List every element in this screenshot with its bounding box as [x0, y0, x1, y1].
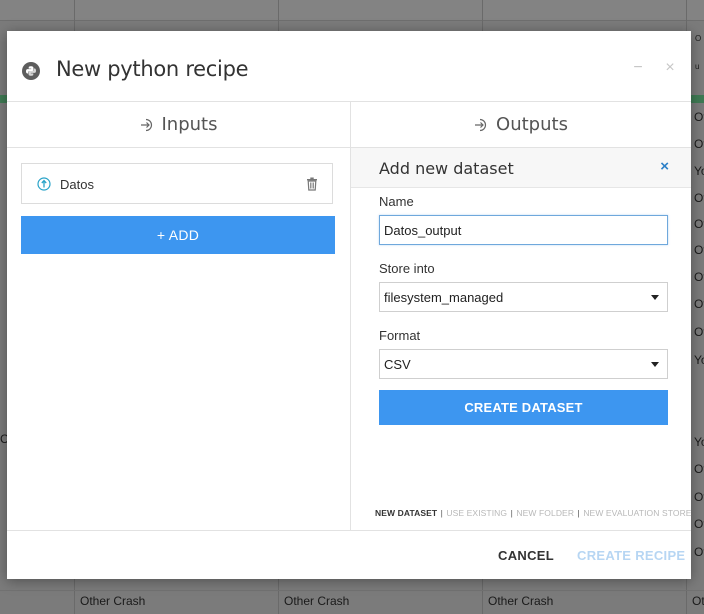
cancel-button[interactable]: CANCEL: [498, 548, 554, 563]
input-dataset-name: Datos: [60, 177, 94, 192]
new-evaluation-store-link[interactable]: NEW EVALUATION STORE: [583, 508, 691, 518]
background-grid-header: [0, 0, 704, 21]
name-label: Name: [379, 194, 414, 209]
background-cell-fragment: O: [695, 34, 702, 43]
create-dataset-button[interactable]: CREATE DATASET: [379, 390, 668, 425]
create-recipe-button[interactable]: CREATE RECIPE: [577, 548, 685, 563]
background-cell: Other Crash: [284, 594, 350, 608]
background-cell-fragment: Ot: [694, 325, 704, 339]
python-logo-icon: [22, 62, 40, 80]
background-cell-fragment: Ot: [694, 490, 704, 504]
link-separator: |: [510, 508, 513, 518]
add-dataset-panel-header: Add new dataset ×: [351, 148, 691, 188]
dataset-name-value: Datos_output: [384, 223, 462, 238]
background-cell: Other Crash: [80, 594, 146, 608]
outputs-header-label: Outputs: [496, 114, 568, 135]
new-dataset-link[interactable]: NEW DATASET: [375, 508, 437, 518]
output-mode-links: NEW DATASET | USE EXISTING | NEW FOLDER …: [375, 508, 692, 518]
input-dataset-item[interactable]: Datos: [21, 163, 333, 204]
background-cell-fragment: Ot: [694, 462, 704, 476]
output-arrow-icon: [475, 118, 487, 131]
add-dataset-title: Add new dataset: [379, 159, 514, 178]
dataset-upload-icon: [37, 177, 51, 191]
background-cell-fragment: Ot: [694, 137, 704, 151]
background-cell-fragment: Ot: [694, 217, 704, 231]
outputs-header: Outputs: [351, 102, 691, 148]
store-into-value: filesystem_managed: [384, 290, 504, 305]
background-cell-fragment: Ot: [694, 110, 704, 124]
dataset-name-input[interactable]: Datos_output: [379, 215, 668, 245]
format-select[interactable]: CSV: [379, 349, 668, 379]
new-recipe-dialog: New python recipe − × Inputs Datos + ADD: [7, 31, 691, 579]
background-cell-fragment: Ot: [694, 243, 704, 257]
background-cell-fragment: Ot: [694, 270, 704, 284]
format-label: Format: [379, 328, 421, 343]
inputs-header: Inputs: [7, 102, 350, 148]
link-separator: |: [577, 508, 580, 518]
dialog-title: New python recipe: [56, 57, 249, 81]
store-into-select[interactable]: filesystem_managed: [379, 282, 668, 312]
grid-row-divider: [0, 590, 704, 591]
close-add-dataset-icon[interactable]: ×: [660, 158, 669, 175]
minimize-button[interactable]: −: [630, 59, 646, 77]
close-dialog-button[interactable]: ×: [662, 59, 678, 77]
inputs-header-label: Inputs: [161, 114, 218, 135]
background-cell: Other Crash: [488, 594, 554, 608]
background-cell-fragment: Yo: [694, 353, 704, 367]
format-value: CSV: [384, 357, 411, 372]
dialog-header: New python recipe − ×: [7, 31, 691, 102]
trash-icon[interactable]: [306, 177, 318, 191]
background-cell-fragment: Ot: [694, 297, 704, 311]
dialog-footer: CANCEL CREATE RECIPE: [7, 530, 691, 580]
background-cell-fragment: Ot: [694, 191, 704, 205]
add-input-button[interactable]: + ADD: [21, 216, 335, 254]
link-separator: |: [440, 508, 443, 518]
background-cell: Ot: [692, 594, 704, 608]
background-cell-fragment: Yo: [694, 435, 704, 449]
background-cell-fragment: Ot: [694, 545, 704, 559]
chevron-down-icon: [651, 362, 659, 367]
new-folder-link[interactable]: NEW FOLDER: [516, 508, 574, 518]
background-cell-fragment: u: [695, 62, 700, 71]
background-cell-fragment: Yo: [694, 164, 704, 178]
input-arrow-icon: [140, 118, 152, 131]
store-into-label: Store into: [379, 261, 435, 276]
chevron-down-icon: [651, 295, 659, 300]
use-existing-link[interactable]: USE EXISTING: [446, 508, 507, 518]
background-cell-fragment: Ot: [694, 517, 704, 531]
